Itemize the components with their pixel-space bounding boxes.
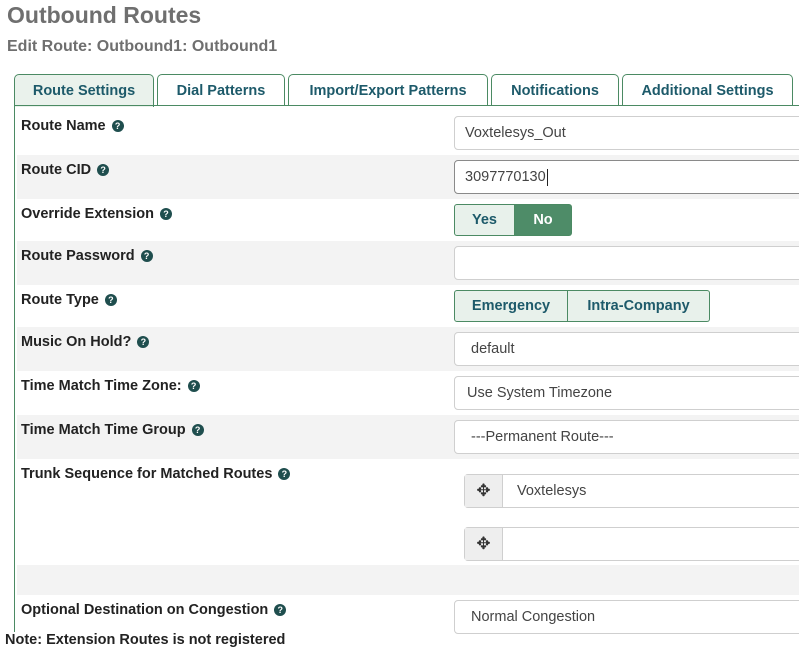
help-icon[interactable]: ? <box>187 380 200 392</box>
route-cid-label-wrap: Route CID ? <box>21 162 110 178</box>
trunk-sequence-bottom-shade <box>17 565 799 595</box>
route-type-group: Emergency Intra-Company <box>454 290 710 322</box>
trunk-name: Voxtelesys <box>517 483 587 499</box>
tab-import-export-patterns[interactable]: Import/Export Patterns <box>288 74 488 106</box>
emergency-button[interactable]: Emergency <box>454 290 568 322</box>
route-name-label: Route Name <box>21 118 106 134</box>
trunk-sequence-label: Trunk Sequence for Matched Routes <box>21 466 273 482</box>
route-password-label-wrap: Route Password ? <box>21 248 153 264</box>
registration-note: Note: Extension Routes is not registered <box>5 632 286 648</box>
tab-dial-patterns[interactable]: Dial Patterns <box>157 74 285 106</box>
time-zone-label-wrap: Time Match Time Zone: ? <box>21 378 200 394</box>
music-on-hold-label: Music On Hold? <box>21 334 132 350</box>
help-icon[interactable]: ? <box>104 294 117 306</box>
text-cursor <box>546 168 548 186</box>
trunk-row[interactable]: ✥ Voxtelesys <box>464 474 799 508</box>
help-icon[interactable]: ? <box>278 468 291 480</box>
tab-notifications[interactable]: Notifications <box>491 74 619 106</box>
help-icon[interactable]: ? <box>274 604 287 616</box>
time-zone-label: Time Match Time Zone: <box>21 378 182 394</box>
override-extension-no-button[interactable]: No <box>515 204 572 236</box>
arrows-move-icon[interactable]: ✥ <box>465 528 503 560</box>
override-extension-label: Override Extension <box>21 206 154 222</box>
override-extension-yes-button[interactable]: Yes <box>454 204 515 236</box>
trunk-name[interactable] <box>503 528 517 560</box>
help-icon[interactable]: ? <box>111 120 124 132</box>
trunk-row[interactable]: ✥ <box>464 527 799 561</box>
time-group-label-wrap: Time Match Time Group ? <box>21 422 204 438</box>
route-password-label: Route Password <box>21 248 135 264</box>
route-cid-input[interactable]: 3097770130 <box>454 160 799 194</box>
page-subtitle: Edit Route: Outbound1: Outbound1 <box>7 38 278 55</box>
arrows-move-icon[interactable]: ✥ <box>465 475 503 507</box>
tab-route-settings[interactable]: Route Settings <box>14 74 154 107</box>
page-title: Outbound Routes <box>7 2 202 28</box>
override-extension-toggle: Yes No <box>454 204 572 236</box>
congestion-select[interactable]: Normal Congestion <box>454 600 799 634</box>
help-icon[interactable]: ? <box>159 208 172 220</box>
route-password-input[interactable] <box>454 246 799 280</box>
congestion-label-wrap: Optional Destination on Congestion ? <box>21 602 287 618</box>
tab-additional-settings[interactable]: Additional Settings <box>622 74 793 106</box>
route-name-input[interactable]: Voxtelesys_Out <box>454 116 799 150</box>
tab-divider <box>14 105 799 106</box>
route-cid-value: 3097770130 <box>465 169 546 185</box>
time-group-select[interactable]: ---Permanent Route--- <box>454 420 799 454</box>
time-zone-select[interactable]: Use System Timezone <box>454 376 799 410</box>
route-name-label-wrap: Route Name ? <box>21 118 124 134</box>
route-cid-label: Route CID <box>21 162 92 178</box>
row-override-extension: Override Extension ? <box>17 199 799 241</box>
tab-bar: Route Settings Dial Patterns Import/Expo… <box>14 74 799 107</box>
music-on-hold-label-wrap: Music On Hold? ? <box>21 334 150 350</box>
help-icon[interactable]: ? <box>137 336 150 348</box>
time-group-label: Time Match Time Group <box>21 422 186 438</box>
panel-border <box>14 105 15 632</box>
help-icon[interactable]: ? <box>140 250 153 262</box>
route-type-label-wrap: Route Type ? <box>21 292 117 308</box>
music-on-hold-select[interactable]: default <box>454 332 799 366</box>
intra-company-button[interactable]: Intra-Company <box>568 290 710 322</box>
trunk-sequence-label-wrap: Trunk Sequence for Matched Routes ? <box>21 466 291 482</box>
route-type-label: Route Type <box>21 292 99 308</box>
help-icon[interactable]: ? <box>191 424 204 436</box>
override-extension-label-wrap: Override Extension ? <box>21 206 172 222</box>
help-icon[interactable]: ? <box>97 164 110 176</box>
congestion-label: Optional Destination on Congestion <box>21 602 269 618</box>
